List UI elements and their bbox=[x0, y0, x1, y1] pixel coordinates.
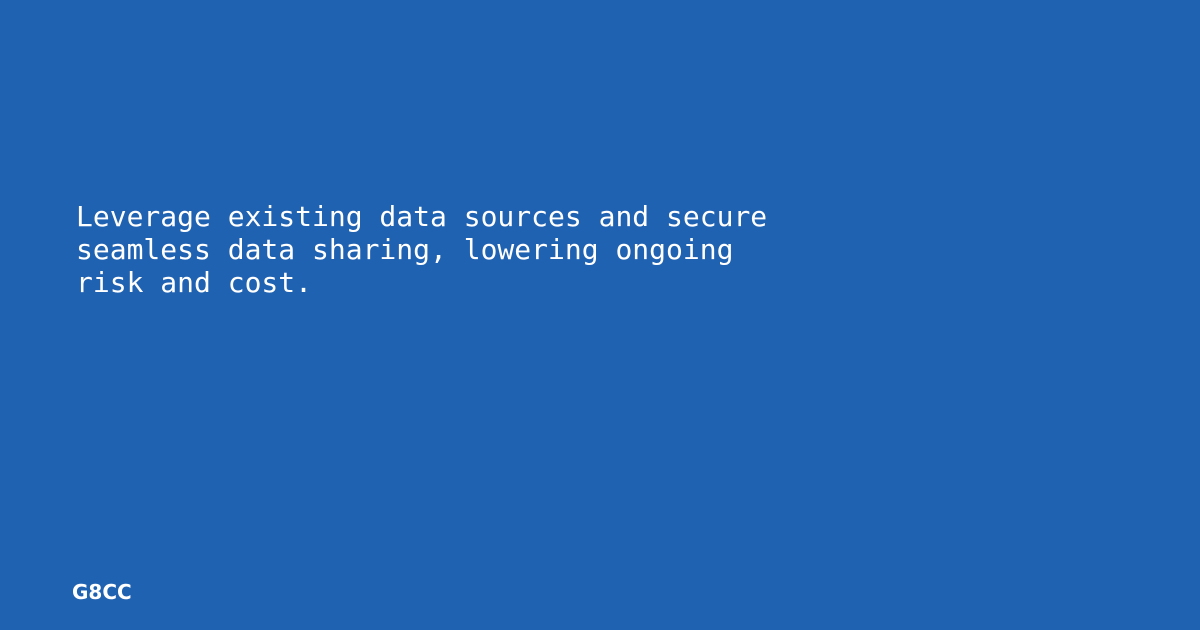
headline-text: Leverage existing data sources and secur… bbox=[76, 200, 768, 299]
social-card: Leverage existing data sources and secur… bbox=[0, 0, 1200, 630]
brand-logo: G8CC bbox=[72, 580, 132, 604]
